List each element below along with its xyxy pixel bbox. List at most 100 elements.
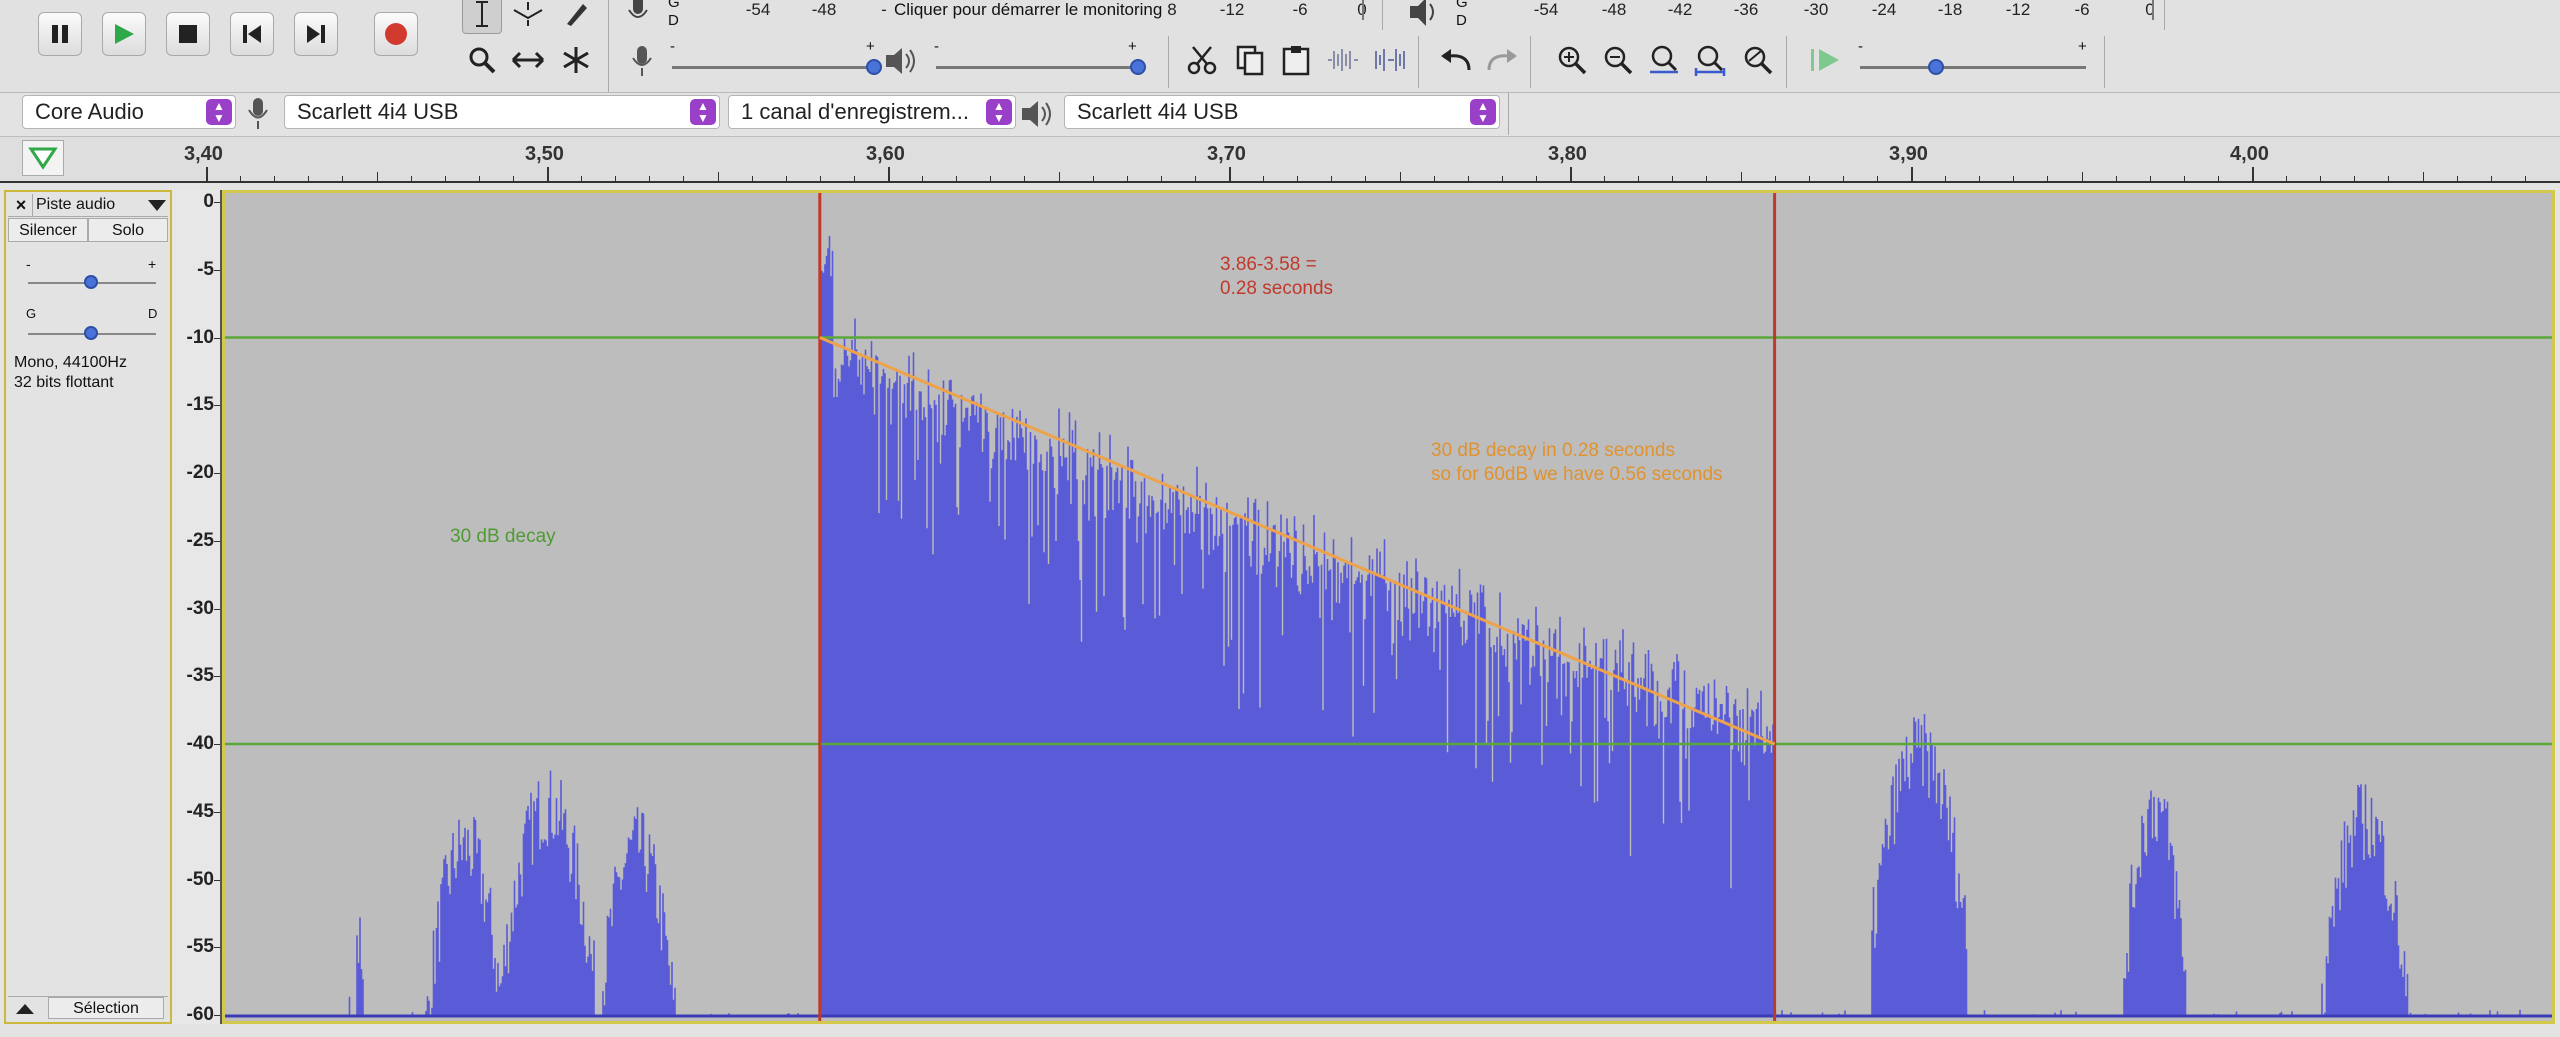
ruler-tick <box>956 176 958 181</box>
ruler-tick <box>717 172 719 181</box>
draw-tool[interactable] <box>556 0 596 34</box>
copy-button[interactable] <box>1230 40 1270 80</box>
audio-host-select[interactable]: Core Audio ▲ ▼ <box>22 95 236 129</box>
track-bit-depth: 32 bits flottant <box>14 374 114 391</box>
ruler-tick <box>240 176 242 181</box>
cut-button[interactable] <box>1182 40 1222 80</box>
channels-select[interactable]: 1 canal d'enregistrem... ▲ ▼ <box>728 95 1016 129</box>
envelope-tool[interactable] <box>508 0 548 34</box>
play-meter-tick: -18 <box>1937 0 1963 19</box>
play-meter-tick: -36 <box>1733 0 1759 19</box>
redo-button[interactable] <box>1482 40 1522 80</box>
time-label: 4,00 <box>2230 143 2269 165</box>
ruler-tick <box>853 176 855 181</box>
rec-volume-track[interactable] <box>672 66 876 69</box>
ibeam-icon <box>476 1 488 27</box>
time-label: 3,40 <box>184 143 223 165</box>
asterisk-icon <box>563 47 589 73</box>
waveform-canvas[interactable] <box>225 193 2552 1021</box>
ruler-tick <box>1467 176 1469 181</box>
ruler-tick <box>376 172 378 181</box>
track-header: × Piste audio <box>8 194 168 217</box>
speed-knob[interactable] <box>1928 59 1944 75</box>
ruler-tick <box>751 176 753 181</box>
time-shift-tool[interactable] <box>508 40 548 80</box>
skip-start-button[interactable] <box>230 12 274 56</box>
zoom-in-button[interactable] <box>1552 40 1592 80</box>
fit-project-button[interactable] <box>1690 40 1730 80</box>
mute-button[interactable]: Silencer <box>8 218 88 242</box>
pause-button[interactable] <box>38 12 82 56</box>
play-icon <box>115 24 134 44</box>
play-volume-knob[interactable] <box>1130 59 1146 75</box>
fit-selection-button[interactable] <box>1644 40 1684 80</box>
select-track-button[interactable]: Sélection <box>48 997 164 1019</box>
zoom-tool[interactable] <box>462 40 502 80</box>
play-volume-track[interactable] <box>936 66 1140 69</box>
record-icon <box>385 23 407 45</box>
chevron-updown-icon: ▲ ▼ <box>986 99 1012 125</box>
silence-button[interactable] <box>1370 40 1410 80</box>
db-label: -10 <box>186 326 214 348</box>
play-volume-plus: + <box>1128 38 1137 55</box>
skip-end-button[interactable] <box>294 12 338 56</box>
ruler-tick <box>1945 176 1947 181</box>
ruler-tick <box>2388 176 2390 181</box>
multi-tool[interactable] <box>556 40 596 80</box>
recording-device-select[interactable]: Scarlett 4i4 USB ▲ ▼ <box>284 95 720 129</box>
gain-slider-knob[interactable] <box>84 275 98 289</box>
play-meter-tick: -12 <box>2005 0 2031 19</box>
undo-button[interactable] <box>1436 40 1476 80</box>
decay-annotation: 30 dB decay in 0.28 seconds so for 60dB … <box>1431 439 1723 487</box>
silence-audio-icon <box>1375 49 1405 71</box>
ruler-tick <box>1842 176 1844 181</box>
waveform-area[interactable]: 3.86-3.58 = 0.28 seconds 30 dB decay in … <box>222 190 2555 1024</box>
paste-button[interactable] <box>1276 40 1316 80</box>
chevron-updown-icon: ▲ ▼ <box>206 99 232 125</box>
select-tool[interactable] <box>462 0 502 34</box>
bottom-bar <box>0 1024 2560 1037</box>
zoom-out-button[interactable] <box>1598 40 1638 80</box>
speed-minus: - <box>1858 38 1863 55</box>
playback-device-select[interactable]: Scarlett 4i4 USB ▲ ▼ <box>1064 95 1500 129</box>
solo-button[interactable]: Solo <box>88 218 168 242</box>
zoom-toggle-button[interactable] <box>1738 40 1778 80</box>
track-control-panel: × Piste audio Silencer Solo - + G D Mono… <box>4 190 172 1024</box>
skip-start-icon <box>243 25 261 43</box>
record-meter-left-label: G <box>668 0 680 11</box>
playback-device-speaker-icon <box>1022 101 1051 127</box>
play-button[interactable] <box>102 12 146 56</box>
envelope-icon <box>513 2 543 26</box>
track-name-menu[interactable]: Piste audio <box>36 194 115 216</box>
device-toolbar: Core Audio ▲ ▼ Scarlett 4i4 USB ▲ ▼ 1 cana… <box>0 93 2560 135</box>
zoom-toggle-icon <box>1744 46 1773 75</box>
double-arrow-icon <box>511 51 545 69</box>
ruler-tick <box>2183 176 2185 181</box>
collapse-arrow-icon[interactable] <box>16 1003 34 1015</box>
play-at-speed-button[interactable] <box>1806 40 1846 80</box>
pan-slider-knob[interactable] <box>84 326 98 340</box>
monitoring-prompt[interactable]: Cliquer pour démarrer le monitoring <box>894 0 1162 20</box>
speed-track[interactable] <box>1860 66 2086 69</box>
ruler-tick <box>1570 167 1572 181</box>
track-close-button[interactable]: × <box>10 194 33 216</box>
trim-button[interactable] <box>1322 40 1362 80</box>
rec-volume-knob[interactable] <box>866 59 882 75</box>
recording-device-mic-icon <box>248 98 268 129</box>
time-label: 3,90 <box>1889 143 1928 165</box>
stop-button[interactable] <box>166 12 210 56</box>
track-menu-arrow-icon[interactable] <box>148 198 166 212</box>
time-label: 3,70 <box>1207 143 1246 165</box>
db-label: -35 <box>186 665 214 687</box>
magnifier-icon <box>469 47 496 74</box>
play-meter-scale[interactable]: -54 -48 -42 -36 -30 -24 -18 -12 -6 0 <box>1470 0 2170 20</box>
pan-right-label: D <box>148 306 158 321</box>
record-button[interactable] <box>374 12 418 56</box>
zoom-selection-icon <box>1650 45 1678 74</box>
ruler-tick <box>888 167 890 181</box>
db-label: -5 <box>197 258 214 280</box>
db-tick <box>214 744 220 745</box>
ruler-tick <box>2013 176 2015 181</box>
timeline-ruler[interactable]: 3,40 3,50 3,60 3,70 3,80 3,90 4,00 <box>0 136 2560 183</box>
db-tick <box>214 811 220 813</box>
